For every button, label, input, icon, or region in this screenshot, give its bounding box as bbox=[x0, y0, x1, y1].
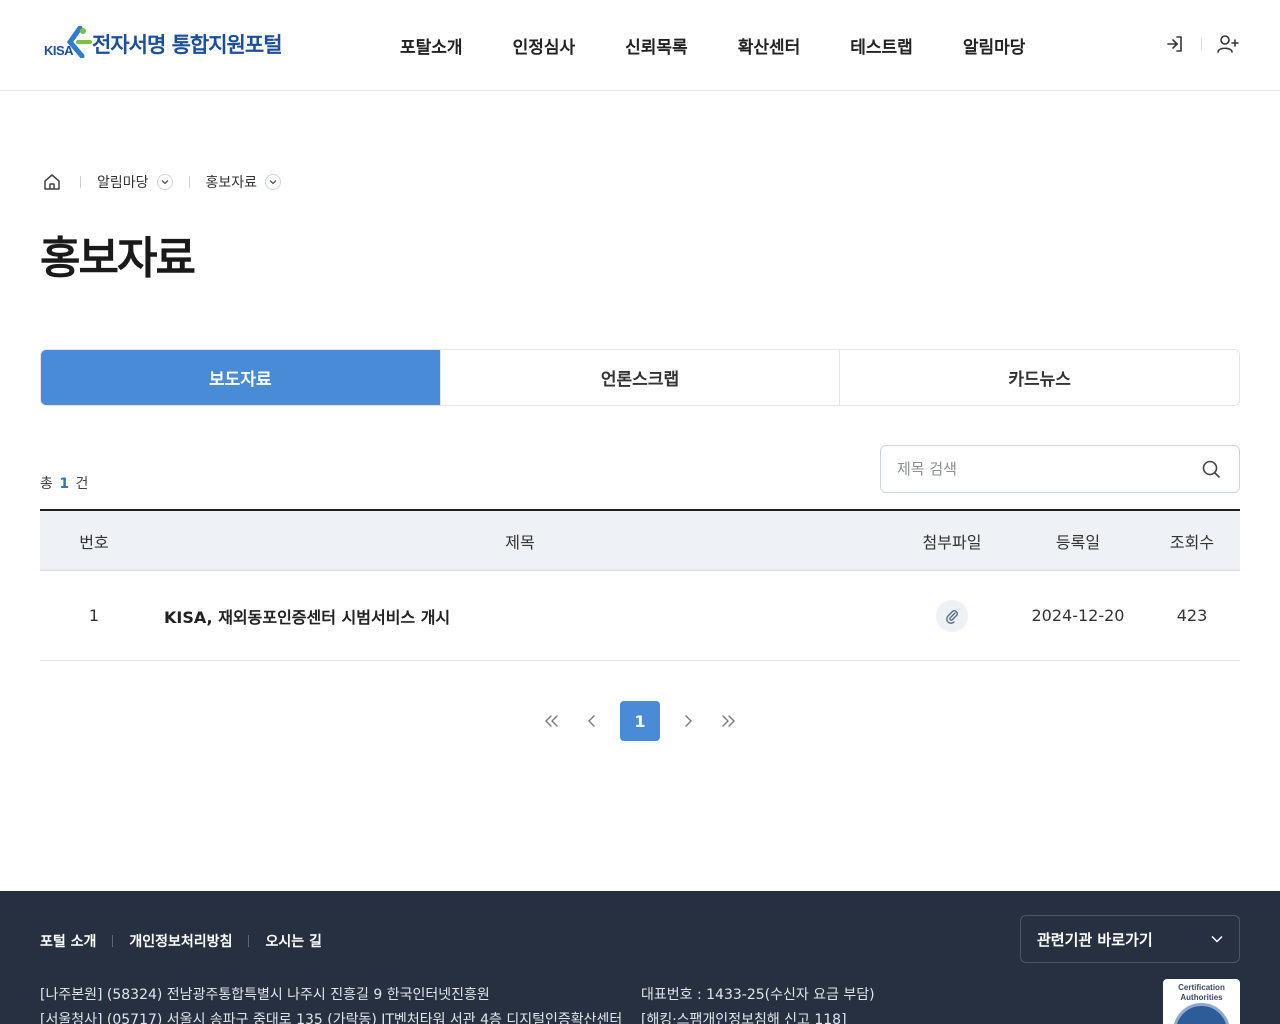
nav-trust-list[interactable]: 신뢰목록 bbox=[600, 33, 713, 58]
row-file bbox=[892, 599, 1012, 632]
badge-text: Certification Authorities bbox=[1178, 983, 1225, 1002]
footer-link-directions[interactable]: 오시는 길 bbox=[265, 931, 321, 951]
header-views: 조회수 bbox=[1169, 532, 1215, 552]
last-page-icon[interactable] bbox=[708, 701, 748, 741]
certification-badge: Certification Authorities bbox=[1163, 979, 1240, 1024]
table-row[interactable]: 1 KISA, 재외동포인증센터 시범서비스 개시 2024-12-20 423 bbox=[40, 571, 1240, 661]
nav-certification-review[interactable]: 인정심사 bbox=[488, 33, 601, 58]
footer-address: [나주본원] (58324) 전남광주통합특별시 나주시 진흥길 9 한국인터넷… bbox=[40, 983, 622, 1024]
tab-card-news[interactable]: 카드뉴스 bbox=[840, 350, 1239, 405]
badge-emblem bbox=[1173, 1003, 1230, 1024]
breadcrumb: 알림마당 홍보자료 bbox=[40, 170, 282, 194]
contact-main: 대표번호 : 1433-25(수신자 요금 부담) bbox=[641, 987, 875, 1003]
main-nav: 포탈소개 인정심사 신뢰목록 확산센터 테스트랩 알림마당 bbox=[375, 0, 1050, 90]
pagination: 1 bbox=[532, 701, 748, 741]
page-title: 홍보자료 bbox=[40, 233, 196, 284]
content-tabs: 보도자료 언론스크랩 카드뉴스 bbox=[40, 349, 1240, 406]
tab-press-release[interactable]: 보도자료 bbox=[41, 350, 441, 405]
related-sites-select[interactable]: 관련기관 바로가기 bbox=[1020, 915, 1240, 963]
site-logo[interactable]: KISA 전자서명 통합지원포털 bbox=[42, 26, 283, 62]
chevron-down-icon bbox=[265, 174, 282, 190]
header-file: 첨부파일 bbox=[922, 532, 982, 552]
breadcrumb-label: 알림마당 bbox=[97, 175, 149, 191]
nav-expansion-center[interactable]: 확산센터 bbox=[713, 33, 826, 58]
site-header: KISA 전자서명 통합지원포털 포탈소개 인정심사 신뢰목록 확산센터 테스트… bbox=[0, 0, 1280, 91]
attachment-icon[interactable] bbox=[936, 599, 968, 632]
tab-media-scrap[interactable]: 언론스크랩 bbox=[440, 350, 841, 405]
total-count: 총 1 건 bbox=[40, 473, 88, 493]
breadcrumb-promotion[interactable]: 홍보자료 bbox=[206, 172, 282, 192]
portal-name: 전자서명 통합지원포털 bbox=[92, 33, 283, 57]
signup-icon[interactable] bbox=[1216, 32, 1240, 56]
kisa-logo-icon bbox=[66, 26, 92, 58]
site-footer: 포털 소개 개인정보처리방침 오시는 길 관련기관 바로가기 [나주본원] (5… bbox=[0, 891, 1280, 1024]
breadcrumb-divider bbox=[188, 176, 190, 188]
nav-test-lab[interactable]: 테스트랩 bbox=[825, 33, 938, 58]
nav-notice[interactable]: 알림마당 bbox=[938, 33, 1051, 58]
board-table: 번호 제목 첨부파일 등록일 조회수 1 KISA, 재외동포인증센터 시범서비… bbox=[40, 509, 1240, 661]
kisa-logo-mark: KISA bbox=[42, 26, 94, 62]
search-input[interactable] bbox=[897, 460, 1199, 478]
table-header: 번호 제목 첨부파일 등록일 조회수 bbox=[40, 509, 1240, 571]
contact-report: [해킹·스팸개인정보침해 신고 118] bbox=[641, 1012, 847, 1024]
header-utilities bbox=[1163, 32, 1240, 56]
header-date: 등록일 bbox=[1055, 532, 1101, 552]
chevron-down-icon bbox=[156, 174, 173, 190]
row-date: 2024-12-20 bbox=[1031, 606, 1125, 625]
header-title: 제목 bbox=[505, 532, 535, 552]
related-sites-label: 관련기관 바로가기 bbox=[1037, 930, 1153, 949]
breadcrumb-divider bbox=[80, 176, 81, 188]
search-icon[interactable] bbox=[1199, 457, 1223, 481]
footer-link-privacy[interactable]: 개인정보처리방침 bbox=[129, 931, 232, 951]
page-number[interactable]: 1 bbox=[620, 701, 660, 741]
total-number: 1 bbox=[59, 476, 70, 492]
login-icon[interactable] bbox=[1163, 32, 1187, 56]
breadcrumb-label: 홍보자료 bbox=[205, 175, 258, 191]
chevron-down-icon bbox=[1211, 935, 1223, 943]
header-no: 번호 bbox=[79, 532, 109, 552]
home-icon[interactable] bbox=[40, 170, 64, 194]
breadcrumb-notice[interactable]: 알림마당 bbox=[97, 172, 173, 192]
search-box bbox=[880, 445, 1240, 493]
row-no: 1 bbox=[88, 606, 100, 625]
prev-page-icon[interactable] bbox=[572, 701, 612, 741]
total-prefix: 총 bbox=[40, 476, 53, 492]
row-title[interactable]: KISA, 재외동포인증센터 시범서비스 개시 bbox=[148, 604, 892, 628]
row-views: 423 bbox=[1176, 606, 1208, 625]
footer-divider bbox=[248, 935, 250, 947]
total-suffix: 건 bbox=[75, 476, 89, 492]
footer-link-portal-intro[interactable]: 포털 소개 bbox=[40, 931, 96, 951]
next-page-icon[interactable] bbox=[668, 701, 708, 741]
address-naju: [나주본원] (58324) 전남광주통합특별시 나주시 진흥길 9 한국인터넷… bbox=[40, 987, 490, 1003]
first-page-icon[interactable] bbox=[532, 701, 572, 741]
address-seoul: [서울청사] (05717) 서울시 송파구 중대로 135 (가락동) IT벤… bbox=[40, 1012, 623, 1024]
util-divider bbox=[1201, 38, 1202, 50]
footer-links: 포털 소개 개인정보처리방침 오시는 길 bbox=[40, 931, 322, 951]
footer-contact: 대표번호 : 1433-25(수신자 요금 부담) [해킹·스팸개인정보침해 신… bbox=[641, 983, 875, 1024]
footer-divider bbox=[112, 935, 114, 947]
nav-portal-intro[interactable]: 포탈소개 bbox=[375, 33, 488, 58]
